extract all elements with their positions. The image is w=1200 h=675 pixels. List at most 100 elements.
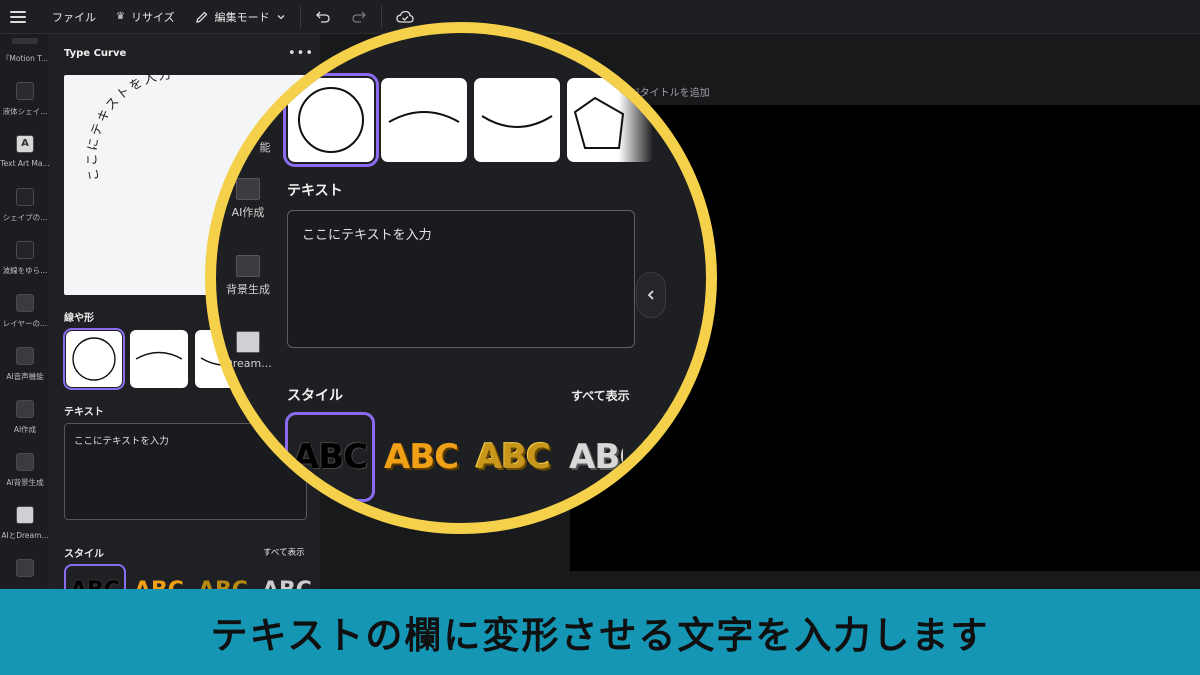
mag-style-section-label: スタイル	[287, 388, 343, 404]
rail-item-more[interactable]	[0, 559, 49, 577]
edit-mode-dropdown[interactable]: 編集モード	[185, 0, 296, 34]
cloud-check-icon	[395, 10, 414, 23]
file-menu[interactable]: ファイル	[42, 0, 106, 34]
mag-rail-item-ai-voice: 能	[216, 135, 280, 155]
apps-rail: 『Motion T... 液体シェイ... A Text Art Ma... シ…	[0, 34, 50, 589]
text-section-label: テキスト	[64, 407, 104, 418]
rail-item-shape[interactable]: シェイプの...	[0, 188, 49, 223]
mag-shape-option-arc-up[interactable]	[381, 78, 467, 162]
circle-shape-icon	[72, 337, 116, 381]
style-option-orange[interactable]: ABC	[130, 566, 188, 589]
rail-item-label: Text Art Ma...	[0, 159, 50, 168]
style-sample-text: ABC	[66, 578, 124, 589]
toolbar-divider	[299, 5, 301, 28]
rail-item-label: AI音声機能	[6, 372, 44, 381]
preview-text: ここにテキストを入力	[84, 75, 172, 182]
style-section-label: スタイル	[64, 549, 104, 560]
app-thumbnail	[16, 82, 34, 100]
rail-item-label: 液体シェイ...	[2, 107, 48, 116]
rail-item-liquid-shape[interactable]: 液体シェイ...	[0, 82, 49, 117]
top-bar: ファイル ♛ リサイズ 編集モード	[0, 0, 1200, 34]
app-thumbnail: A	[16, 135, 34, 153]
rail-item-label: AIとDream...	[1, 531, 49, 540]
app-thumbnail	[16, 188, 34, 206]
mag-show-all-styles-link[interactable]: すべて表示	[571, 387, 630, 404]
style-option-black[interactable]: ABC	[64, 564, 126, 589]
style-sample-text: ABC	[383, 437, 459, 477]
rail-item-motion-text[interactable]: 『Motion T...	[0, 42, 49, 64]
app-thumbnail	[236, 178, 260, 200]
app-thumbnail	[16, 241, 34, 259]
app-thumbnail	[236, 331, 260, 353]
style-option-outline[interactable]: ABC	[194, 566, 252, 589]
mag-style-option-outline[interactable]: ABC	[471, 415, 555, 499]
app-thumbnail	[16, 559, 34, 577]
menu-icon[interactable]	[10, 10, 26, 23]
rail-item-wave-line[interactable]: 波線をゆら...	[0, 241, 49, 276]
shapes-section-label: 線や形	[64, 313, 94, 324]
mag-rail-label: 背景生成	[226, 283, 270, 296]
more-options-icon[interactable]: •••	[288, 46, 314, 61]
mag-rail-label: AI作成	[231, 206, 265, 219]
shape-option-circle[interactable]	[63, 328, 125, 390]
rail-item-label: 波線をゆら...	[2, 266, 48, 275]
rail-item-ai-create[interactable]: AI作成	[0, 400, 49, 435]
pencil-icon	[195, 11, 208, 23]
mag-rail-item-ai-background: 背景生成	[216, 255, 280, 297]
edit-mode-label: 編集モード	[214, 10, 270, 24]
svg-text:ここにテキストを入力: ここにテキストを入力	[84, 75, 174, 182]
mag-rail-label: Dream...	[224, 357, 272, 370]
rail-item-text-art[interactable]: A Text Art Ma...	[0, 135, 50, 168]
style-sample-text: ABC	[292, 437, 368, 477]
mag-style-option-orange[interactable]: ABC	[379, 415, 463, 499]
redo-icon	[351, 11, 366, 23]
rail-item-ai-background[interactable]: AI背景生成	[0, 453, 49, 488]
app-thumbnail	[236, 255, 260, 277]
mag-shape-option-arc-down[interactable]	[474, 78, 560, 162]
app-thumbnail	[16, 347, 34, 365]
arc-up-shape-icon	[388, 111, 460, 123]
rail-item-label: シェイプの...	[2, 213, 48, 222]
panel-title: Type Curve	[64, 48, 127, 59]
mag-text-input[interactable]: ここにテキストを入力	[287, 210, 635, 348]
arc-up-shape-icon	[135, 351, 183, 360]
style-sample-text: ABC	[569, 437, 623, 477]
app-thumbnail	[16, 400, 34, 418]
caption-text: テキストの欄に変形させる文字を入力します	[210, 614, 990, 657]
collapse-panel-button[interactable]	[636, 272, 666, 318]
toolbar-divider	[380, 5, 382, 28]
rail-item-label: 『Motion T...	[1, 54, 49, 63]
mag-style-option-chrome[interactable]: ABC	[563, 415, 623, 499]
resize-label: リサイズ	[130, 10, 175, 24]
mag-rail-item-ai-create: AI作成	[216, 178, 280, 220]
show-all-styles-link[interactable]: すべて表示	[263, 546, 305, 558]
rail-item-label: AI作成	[13, 425, 37, 434]
rail-item-label: レイヤーの...	[2, 319, 48, 328]
caption-bar: テキストの欄に変形させる文字を入力します	[0, 589, 1200, 675]
style-option-chrome[interactable]: ABC	[258, 566, 316, 589]
mag-style-option-black[interactable]: ABC	[285, 412, 375, 502]
mag-rail-item-ai-dream: Dream...	[216, 331, 280, 370]
arc-down-shape-icon	[481, 115, 553, 128]
mag-shape-option-circle[interactable]	[283, 73, 379, 167]
resize-button[interactable]: ♛ リサイズ	[106, 0, 185, 34]
app-thumbnail	[16, 506, 34, 524]
mag-shape-option-pentagon[interactable]	[567, 78, 653, 162]
style-sample-text: ABC	[130, 578, 188, 589]
rail-item-layer[interactable]: レイヤーの...	[0, 294, 49, 329]
shape-option-arc-up[interactable]	[130, 330, 188, 388]
app-thumbnail	[16, 453, 34, 471]
mag-text-section-label: テキスト	[287, 183, 343, 199]
chevron-left-icon	[647, 290, 654, 300]
style-sample-text: ABC	[258, 578, 316, 589]
rail-item-ai-voice[interactable]: AI音声機能	[0, 347, 49, 382]
crown-icon: ♛	[116, 11, 125, 22]
rail-item-ai-dream[interactable]: AIとDream...	[0, 506, 49, 541]
redo-button[interactable]	[341, 0, 377, 34]
mag-rail-label: 能	[259, 141, 271, 154]
circle-shape-icon	[298, 87, 364, 153]
undo-button[interactable]	[305, 0, 341, 34]
style-sample-text: ABC	[475, 437, 551, 477]
undo-icon	[315, 11, 330, 23]
file-menu-label: ファイル	[52, 10, 96, 24]
